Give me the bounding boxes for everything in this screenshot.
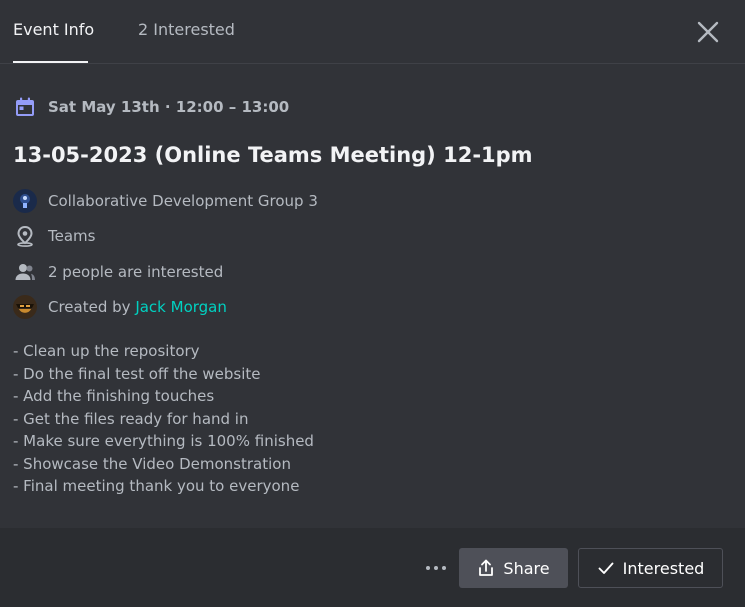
description-line: - Showcase the Video Demonstration: [13, 454, 291, 473]
event-date-row: Sat May 13th · 12:00 – 13:00: [14, 95, 289, 119]
description-line: - Add the finishing touches: [13, 387, 215, 405]
event-title: 13-05-2023 (Online Teams Meeting) 12-1pm: [13, 143, 533, 167]
share-icon: [477, 559, 495, 577]
location-icon-wrap: [13, 224, 37, 248]
guild-avatar: [13, 189, 37, 213]
guild-name: Collaborative Development Group 3: [48, 192, 318, 210]
event-location-row: Teams: [13, 223, 95, 249]
guild-icon: [13, 189, 37, 213]
tab-interested[interactable]: 2 Interested: [138, 20, 235, 40]
created-by-text: Created by Jack Morgan: [48, 298, 227, 316]
event-description: - Clean up the repository - Do the final…: [13, 340, 314, 498]
interested-count: 2 people are interested: [48, 263, 224, 281]
interested-button[interactable]: Interested: [578, 548, 723, 588]
creator-link[interactable]: Jack Morgan: [135, 298, 227, 316]
description-line: - Get the files ready for hand in: [13, 409, 249, 428]
checkmark-icon: [597, 559, 615, 577]
description-line: - Final meeting thank you to everyone: [13, 477, 300, 495]
creator-avatar[interactable]: [13, 295, 37, 319]
creator-avatar-icon: [13, 295, 37, 319]
event-location: Teams: [48, 227, 96, 245]
description-line: - Do the final test off the website: [13, 364, 261, 383]
event-interest-row: 2 people are interested: [13, 259, 223, 285]
more-options-button[interactable]: [420, 553, 452, 583]
event-guild-row: Collaborative Development Group 3: [13, 188, 318, 214]
created-by-label: Created by: [48, 298, 136, 316]
active-tab-indicator: [13, 61, 88, 63]
share-label: Share: [503, 558, 550, 578]
description-line: - Make sure everything is 100% finished: [13, 432, 314, 450]
modal-header: Event Info 2 Interested: [0, 0, 745, 64]
description-line: - Clean up the repository: [13, 342, 200, 360]
event-modal: Event Info 2 Interested Sat May 13th · 1…: [0, 0, 745, 607]
close-button[interactable]: [694, 18, 722, 46]
share-button[interactable]: Share: [459, 548, 568, 588]
more-dots-icon: [426, 566, 446, 570]
tab-event-info[interactable]: Event Info: [13, 20, 94, 40]
close-icon: [697, 21, 719, 43]
people-icon: [15, 264, 35, 280]
people-icon-wrap: [13, 260, 37, 284]
event-date: Sat May 13th · 12:00 – 13:00: [48, 98, 290, 116]
event-creator-row: Created by Jack Morgan: [13, 294, 227, 320]
calendar-icon: [16, 97, 34, 116]
modal-footer: Share Interested: [0, 528, 745, 607]
location-pin-icon: [17, 225, 33, 247]
interested-label: Interested: [622, 558, 705, 578]
